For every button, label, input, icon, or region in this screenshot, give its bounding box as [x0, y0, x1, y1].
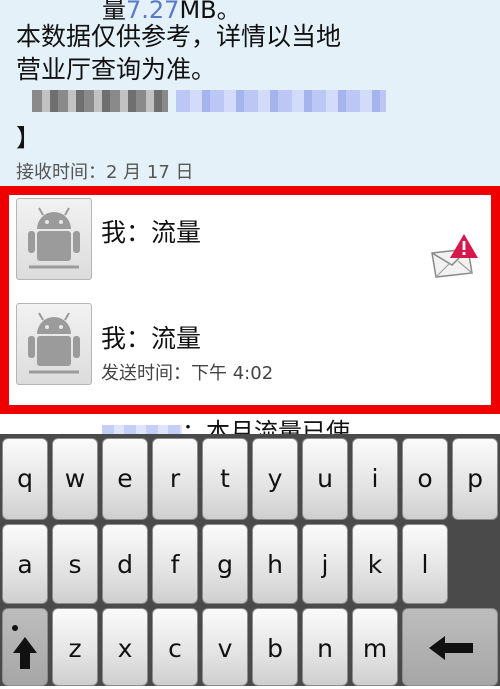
redacted-link	[32, 90, 392, 112]
sent-message[interactable]: 我：流量 发送时间：下午 4:02	[9, 301, 491, 405]
key-t[interactable]: t	[202, 438, 248, 520]
key-n[interactable]: n	[302, 608, 348, 686]
android-avatar-icon	[28, 312, 80, 374]
shift-key[interactable]	[2, 608, 48, 686]
key-i[interactable]: i	[352, 438, 398, 520]
shift-arrow-icon	[12, 625, 37, 669]
android-avatar-icon	[28, 207, 80, 269]
key-a[interactable]: a	[2, 524, 48, 604]
sender-label: 我：流量	[101, 324, 202, 353]
key-g[interactable]: g	[202, 524, 248, 604]
key-q[interactable]: q	[2, 438, 48, 520]
received-body-line: 营业厅查询为准。	[16, 55, 217, 84]
closing-bracket: 】	[16, 124, 40, 152]
backspace-arrow-icon	[429, 636, 473, 660]
key-x[interactable]: x	[102, 608, 148, 686]
highlighted-messages: 我：流量 我：流量 发送时间：下午 4:02	[0, 186, 500, 414]
sent-time: 发送时间：下午 4:02	[101, 363, 274, 384]
key-c[interactable]: c	[152, 608, 198, 686]
soft-keyboard: q w e r t y u i o p a s d f g h j k l z …	[0, 434, 500, 686]
key-l[interactable]: l	[402, 524, 448, 604]
received-body: 本数据仅供参考，详情以当地 营业厅查询为准。	[16, 20, 341, 86]
avatar	[16, 303, 92, 385]
key-w[interactable]: w	[52, 438, 98, 520]
key-u[interactable]: u	[302, 438, 348, 520]
key-r[interactable]: r	[152, 438, 198, 520]
key-k[interactable]: k	[352, 524, 398, 604]
received-message[interactable]: 量7.27MB。 本数据仅供参考，详情以当地 营业厅查询为准。 】 接收时间：2…	[0, 0, 500, 188]
mail-warning-icon	[431, 234, 478, 278]
received-time: 接收时间：2 月 17 日	[16, 162, 194, 183]
key-f[interactable]: f	[152, 524, 198, 604]
key-o[interactable]: o	[402, 438, 448, 520]
received-body-line: 本数据仅供参考，详情以当地	[16, 22, 342, 51]
key-m[interactable]: m	[352, 608, 398, 686]
avatar	[16, 198, 92, 280]
delete-key[interactable]	[402, 608, 498, 686]
key-s[interactable]: s	[52, 524, 98, 604]
key-y[interactable]: y	[252, 438, 298, 520]
key-z[interactable]: z	[52, 608, 98, 686]
key-v[interactable]: v	[202, 608, 248, 686]
key-p[interactable]: p	[452, 438, 498, 520]
failed-message[interactable]: 我：流量	[9, 195, 491, 299]
key-h[interactable]: h	[252, 524, 298, 604]
key-d[interactable]: d	[102, 524, 148, 604]
sender-label: 我：流量	[101, 218, 202, 247]
key-b[interactable]: b	[252, 608, 298, 686]
key-j[interactable]: j	[302, 524, 348, 604]
key-e[interactable]: e	[102, 438, 148, 520]
